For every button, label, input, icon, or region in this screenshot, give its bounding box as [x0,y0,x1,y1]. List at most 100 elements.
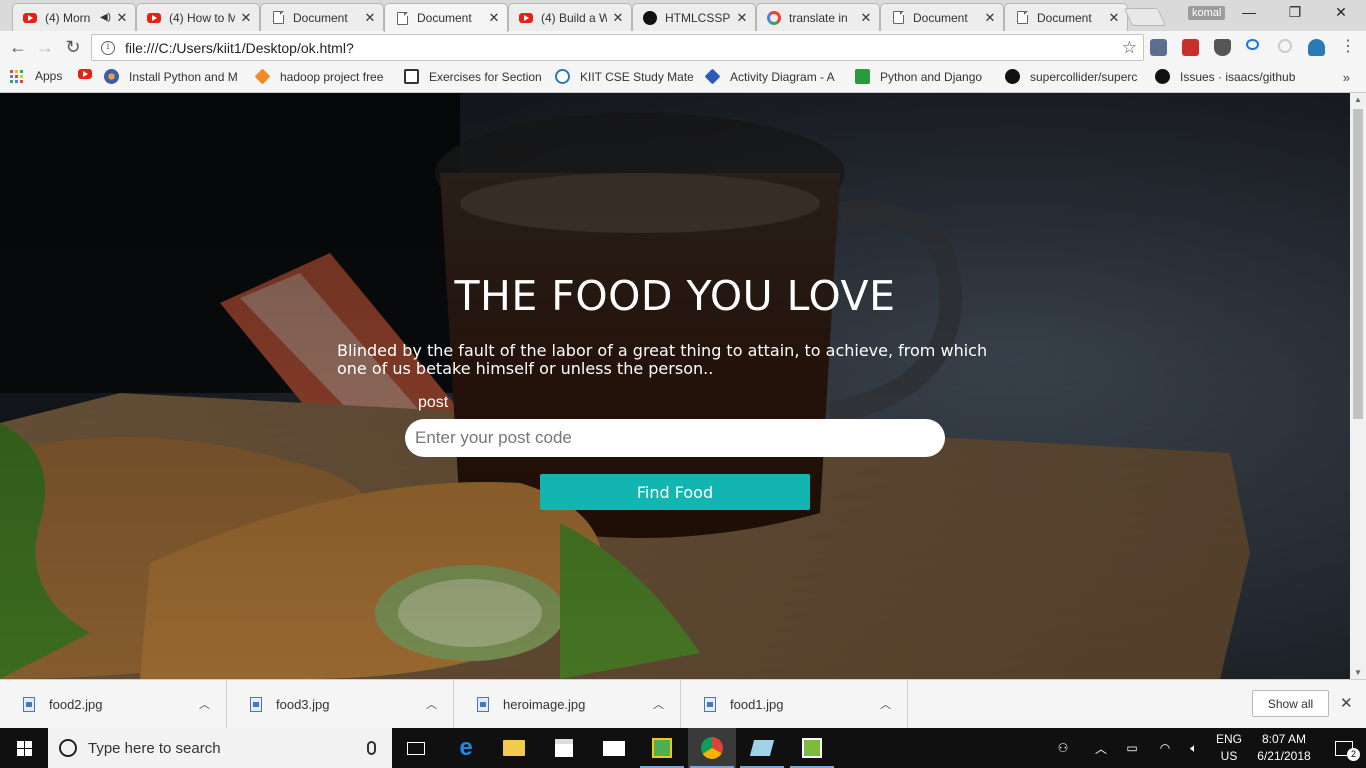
clock[interactable]: 8:07 AM 6/21/2018 [1246,731,1322,765]
download-item[interactable]: food3.jpg ︿ [227,680,454,728]
taskbar-app[interactable] [788,728,836,768]
task-view-button[interactable] [392,728,440,768]
download-filename: food2.jpg [49,696,103,712]
bookmark-item[interactable]: supercollider/superc [1005,69,1143,84]
url-text[interactable]: file:///C:/Users/kiit1/Desktop/ok.html? [125,40,1122,56]
close-tab-icon[interactable]: ✕ [735,10,749,26]
page-scrollbar[interactable]: ▲ ▼ [1350,93,1366,679]
bookmark-item[interactable]: KIIT CSE Study Mate [555,69,693,84]
download-item[interactable]: heroimage.jpg ︿ [454,680,681,728]
close-tab-icon[interactable]: ✕ [611,10,625,26]
chevron-up-icon[interactable]: ︿ [426,696,437,712]
tab-title: Document [417,11,472,25]
close-tab-icon[interactable]: ✕ [983,10,997,26]
start-button[interactable] [0,728,48,768]
download-item[interactable]: food1.jpg ︿ [681,680,908,728]
find-food-button[interactable]: Find Food [540,474,810,510]
people-icon[interactable] [1308,39,1325,56]
wifi-icon[interactable]: ◠ [1152,728,1178,768]
github-icon [1005,69,1020,84]
close-window-icon[interactable]: ✕ [1318,4,1364,21]
input-language-button[interactable]: ENG US [1212,731,1246,765]
taskbar-app[interactable] [738,728,786,768]
minimize-icon[interactable]: — [1226,4,1272,20]
browser-tab[interactable]: Document ✕ [880,3,1004,31]
show-all-downloads-button[interactable]: Show all [1252,690,1329,717]
reload-icon[interactable]: ↻ [61,36,85,60]
taskbar-chrome[interactable] [688,728,736,768]
browser-tab[interactable]: (4) How to M ✕ [136,3,260,31]
taskbar-app[interactable] [638,728,686,768]
bookmark-apps[interactable]: Apps [10,69,74,83]
scroll-up-icon[interactable]: ▲ [1350,95,1366,104]
browser-tab[interactable]: Document ✕ [1004,3,1128,31]
bookmark-item[interactable]: Issues · isaacs/github [1155,69,1295,84]
bookmarks-overflow-button[interactable]: » [1343,70,1350,85]
bookmark-item[interactable]: hadoop project free [255,69,391,84]
youtube-icon [23,11,37,25]
scroll-down-icon[interactable]: ▼ [1350,668,1366,677]
bookmark-star-icon[interactable]: ☆ [1122,38,1137,58]
microphone-icon[interactable] [367,741,376,755]
github-icon [1155,69,1170,84]
browser-tab[interactable]: Document ✕ [260,3,384,31]
people-tray-icon[interactable]: ⚇ [1050,728,1076,768]
new-tab-button[interactable] [1123,8,1167,26]
post-code-input[interactable] [405,419,945,457]
back-icon[interactable]: ← [6,36,30,60]
bookmark-youtube[interactable] [78,69,98,79]
close-tab-icon[interactable]: ✕ [115,10,129,26]
browser-tab[interactable]: translate in ✕ [756,3,880,31]
downloads-bar: food2.jpg ︿ food3.jpg ︿ heroimage.jpg ︿ … [0,679,1366,728]
browser-tab-active[interactable]: Document ✕ [384,3,508,32]
image-file-icon [23,696,35,712]
close-tab-icon[interactable]: ✕ [487,10,501,26]
speaker-icon[interactable]: ◀) [100,12,111,23]
document-icon [395,11,409,25]
volume-icon[interactable]: 🔈︎ [1182,728,1206,768]
close-tab-icon[interactable]: ✕ [859,10,873,26]
disabled-extension-icon[interactable] [1278,39,1292,53]
download-item[interactable]: food2.jpg ︿ [0,680,227,728]
close-downloads-icon[interactable]: ✕ [1340,694,1353,712]
bookmark-item[interactable]: Exercises for Section [404,69,542,84]
chevron-up-icon[interactable]: ︿ [880,696,891,712]
chat-icon[interactable] [1246,39,1259,50]
bookmark-item[interactable]: Python and Django [855,69,993,84]
close-tab-icon[interactable]: ✕ [239,10,253,26]
hero-subtitle: Blinded by the fault of the labor of a g… [337,341,988,378]
chevron-up-icon[interactable]: ︿ [653,696,664,712]
image-file-icon [704,696,716,712]
apps-grid-icon [10,69,23,83]
battery-icon[interactable]: ▭ [1120,728,1144,768]
bookmark-item[interactable]: Install Python and M [104,69,244,84]
forward-icon[interactable]: → [33,36,57,60]
taskbar-file-explorer[interactable] [490,728,538,768]
browser-tab[interactable]: (4) Build a W ✕ [508,3,632,31]
taskbar-search-box[interactable]: Type here to search [48,728,392,768]
info-icon[interactable]: i [101,40,115,55]
show-hidden-icons-button[interactable]: ︿ [1090,728,1112,768]
browser-tab[interactable]: (4) Morn ◀) ✕ [12,3,136,31]
action-center-button[interactable]: 2 [1322,728,1366,768]
bookmark-item[interactable]: Activity Diagram - A [705,69,845,84]
taskbar-edge[interactable]: e [442,728,490,768]
extension-red-icon[interactable] [1182,39,1199,56]
tab-strip: (4) Morn ◀) ✕ (4) How to M ✕ Document ✕ … [0,0,1366,32]
browser-tab[interactable]: HTMLCSSPR ✕ [632,3,756,31]
address-bar[interactable]: i file:///C:/Users/kiit1/Desktop/ok.html… [91,34,1144,61]
restore-icon[interactable]: ❐ [1272,4,1318,21]
taskbar-mail[interactable] [590,728,638,768]
close-tab-icon[interactable]: ✕ [363,10,377,26]
close-tab-icon[interactable]: ✕ [1107,10,1121,26]
extension-puzzle-icon[interactable] [1150,39,1167,56]
chevron-up-icon[interactable]: ︿ [199,696,210,712]
shield-icon[interactable] [1214,39,1231,56]
browser-toolbar: ← → ↻ i file:///C:/Users/kiit1/Desktop/o… [0,31,1366,64]
search-placeholder: Type here to search [88,739,221,757]
scrollbar-thumb[interactable] [1353,109,1363,419]
menu-icon[interactable]: ⋮ [1336,36,1360,60]
taskbar-store[interactable] [540,728,588,768]
ftu-icon [855,69,870,84]
profile-button[interactable]: komal [1188,6,1226,20]
